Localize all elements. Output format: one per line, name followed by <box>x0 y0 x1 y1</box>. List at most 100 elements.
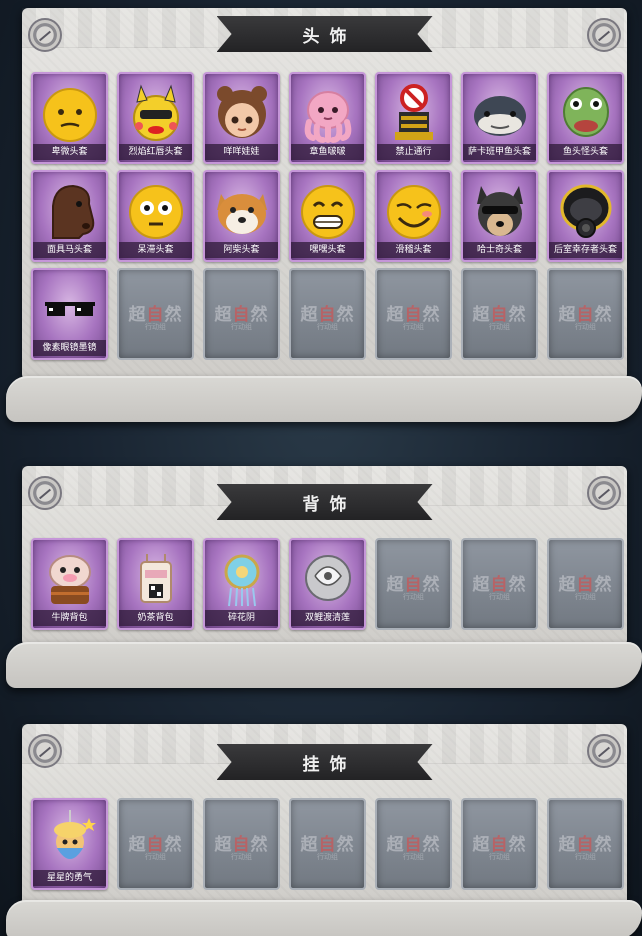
item-name: 卑微头套 <box>33 144 106 160</box>
item-name: 烈焰红唇头套 <box>119 144 192 160</box>
green-fish-head-icon <box>562 87 609 137</box>
horse-head-icon <box>51 184 94 239</box>
item-name: 禁止通行 <box>377 144 450 160</box>
empty-item-slot: 超自然 行动组 <box>547 268 624 360</box>
yellow-cartoon-head-icon <box>132 84 179 141</box>
empty-item-slot: 超自然 行动组 <box>375 798 452 890</box>
empty-item-slot: 超自然 行动组 <box>117 798 194 890</box>
item-slot[interactable]: 卑微头套 <box>31 72 108 164</box>
item-slot[interactable]: 后室幸存者头套 <box>547 170 624 262</box>
item-slot[interactable]: 禁止通行 <box>375 72 452 164</box>
no-entry-sign-icon <box>394 84 433 140</box>
item-grid: 卑微头套 烈焰红唇头套 咩咩娃娃 章鱼啵啵 禁止通行 萨卡班甲鱼头套 鱼头怪头套面具马头套呆… <box>31 72 624 360</box>
item-slot[interactable]: 碎花阴 <box>203 538 280 630</box>
empty-item-slot: 超自然 行动组 <box>461 798 538 890</box>
watermark-subtext: 行动组 <box>145 323 166 331</box>
item-slot[interactable]: 呆滞头套 <box>117 170 194 262</box>
item-slot[interactable]: 牛牌背包 <box>31 538 108 630</box>
doll-head-icon <box>216 86 267 138</box>
floral-ornament-icon <box>224 554 259 607</box>
staring-emoji-head-icon <box>128 185 183 239</box>
item-name: 哈士奇头套 <box>463 242 536 258</box>
section-title-banner: 挂饰 <box>216 744 433 780</box>
item-slot[interactable]: 双鲤渡清莲 <box>289 538 366 630</box>
item-slot[interactable]: 嘿嘿头套 <box>289 170 366 262</box>
pendant-panel: 挂饰 星星的勇气 超自然 行动组 超自然 行动组 超自然 行动组 超自然 行动组 超自然 行动组 超自… <box>22 724 627 906</box>
item-grid: 牛牌背包 奶茶背包 碎花阴 双鲤渡清莲 超自然 行动组 超自然 行动组 超自然 行动组 <box>31 538 624 630</box>
item-name: 牛牌背包 <box>33 610 106 626</box>
empty-item-slot: 超自然 行动组 <box>461 538 538 630</box>
section-title-banner: 背饰 <box>216 484 433 520</box>
star-charm-pendant-icon <box>53 810 96 859</box>
compass-emblem-icon <box>587 734 621 768</box>
item-grid: 星星的勇气 超自然 行动组 超自然 行动组 超自然 行动组 超自然 行动组 超自然 行动组 超自然 行动… <box>31 798 624 890</box>
item-slot[interactable]: 章鱼啵啵 <box>289 72 366 164</box>
scroll-bottom-roll <box>6 376 642 422</box>
watermark-subtext: 行动组 <box>489 593 510 601</box>
watermark-subtext: 行动组 <box>403 853 424 861</box>
grinning-emoji-head-icon <box>300 185 355 239</box>
empty-item-slot: 超自然 行动组 <box>461 268 538 360</box>
back-accessory-panel: 背饰 牛牌背包 奶茶背包 碎花阴 双鲤渡清莲 超自然 行动组 超自然 行动组 超自然 行动组 <box>22 466 627 646</box>
item-name: 碎花阴 <box>205 610 278 626</box>
section-title: 背饰 <box>302 494 357 515</box>
scroll-bottom-roll <box>6 900 642 936</box>
watermark-subtext: 行动组 <box>403 593 424 601</box>
milk-tea-backpack-icon <box>139 554 172 603</box>
sad-smiley-head-icon <box>42 88 97 142</box>
item-name: 双鲤渡清莲 <box>291 610 364 626</box>
item-slot[interactable]: 面具马头套 <box>31 170 108 262</box>
empty-item-slot: 超自然 行动组 <box>289 268 366 360</box>
watermark-subtext: 行动组 <box>575 853 596 861</box>
empty-item-slot: 超自然 行动组 <box>203 798 280 890</box>
item-slot[interactable]: 阿柴头套 <box>203 170 280 262</box>
pink-octopus-icon <box>304 91 351 143</box>
item-name: 像素眼镜墨镜 <box>33 340 106 356</box>
item-slot[interactable]: 滑稽头套 <box>375 170 452 262</box>
item-slot[interactable]: 星星的勇气 <box>31 798 108 890</box>
item-name: 呆滞头套 <box>119 242 192 258</box>
watermark-subtext: 行动组 <box>489 323 510 331</box>
husky-sunglasses-head-icon <box>476 186 523 236</box>
gas-mask-helmet-icon <box>560 184 611 238</box>
item-slot[interactable]: 奶茶背包 <box>117 538 194 630</box>
item-name: 咩咩娃娃 <box>205 144 278 160</box>
empty-item-slot: 超自然 行动组 <box>289 798 366 890</box>
smirk-emoji-head-icon <box>386 185 441 239</box>
compass-emblem-icon <box>28 18 62 52</box>
cow-backpack-icon <box>48 555 91 604</box>
item-name: 后室幸存者头套 <box>549 242 622 258</box>
item-name: 奶茶背包 <box>119 610 192 626</box>
item-name: 章鱼啵啵 <box>291 144 364 160</box>
watermark-subtext: 行动组 <box>489 853 510 861</box>
watermark-subtext: 行动组 <box>317 853 338 861</box>
item-name: 星星的勇气 <box>33 870 106 886</box>
item-slot[interactable]: 萨卡班甲鱼头套 <box>461 72 538 164</box>
headwear-panel: 头饰 卑微头套 烈焰红唇头套 咩咩娃娃 章鱼啵啵 禁止通行 萨卡班甲鱼头套 鱼头怪头套面具马… <box>22 8 627 380</box>
item-name: 鱼头怪头套 <box>549 144 622 160</box>
section-title-banner: 头饰 <box>216 16 433 52</box>
watermark-subtext: 行动组 <box>145 853 166 861</box>
section-title: 挂饰 <box>302 754 357 775</box>
item-slot[interactable]: 像素眼镜墨镜 <box>31 268 108 360</box>
twin-koi-lotus-icon <box>304 555 351 601</box>
watermark-subtext: 行动组 <box>317 323 338 331</box>
item-slot[interactable]: 烈焰红唇头套 <box>117 72 194 164</box>
watermark-subtext: 行动组 <box>231 323 252 331</box>
section-title: 头饰 <box>302 26 357 47</box>
item-name: 滑稽头套 <box>377 242 450 258</box>
item-slot[interactable]: 鱼头怪头套 <box>547 72 624 164</box>
empty-item-slot: 超自然 行动组 <box>547 798 624 890</box>
empty-item-slot: 超自然 行动组 <box>117 268 194 360</box>
item-name: 阿柴头套 <box>205 242 278 258</box>
item-name: 面具马头套 <box>33 242 106 258</box>
empty-item-slot: 超自然 行动组 <box>375 538 452 630</box>
watermark-subtext: 行动组 <box>231 853 252 861</box>
item-slot[interactable]: 哈士奇头套 <box>461 170 538 262</box>
compass-emblem-icon <box>28 476 62 510</box>
watermark-subtext: 行动组 <box>575 593 596 601</box>
shiba-dog-head-icon <box>216 194 267 234</box>
item-slot[interactable]: 咩咩娃娃 <box>203 72 280 164</box>
scroll-bottom-roll <box>6 642 642 688</box>
item-name: 萨卡班甲鱼头套 <box>463 144 536 160</box>
